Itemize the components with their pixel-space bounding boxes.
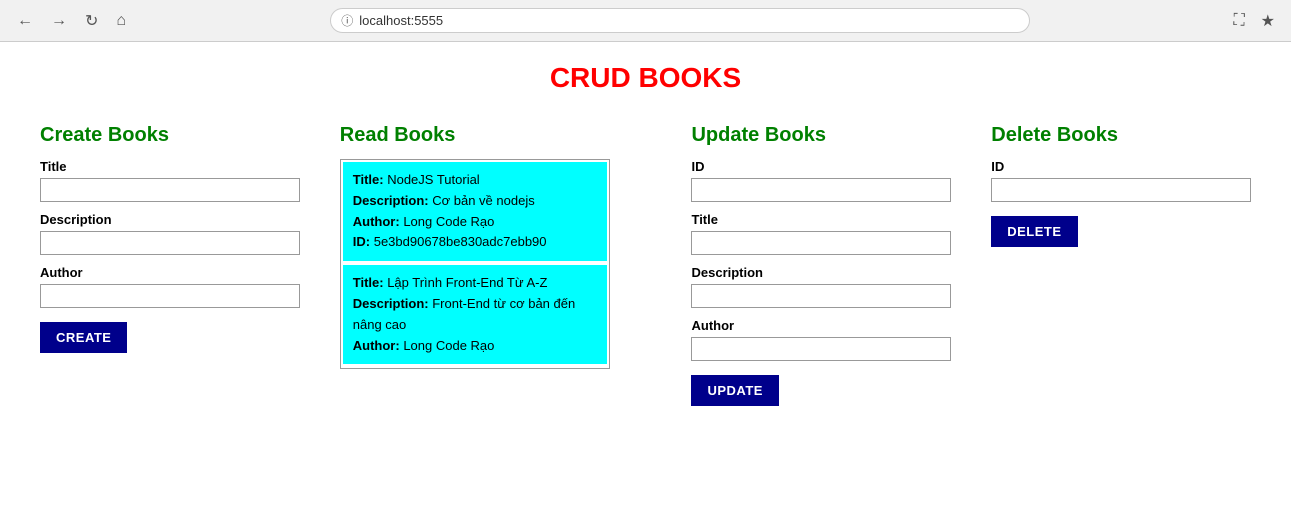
- book1-author-line: Author: Long Code Rạo: [353, 212, 597, 233]
- books-list[interactable]: Title: NodeJS Tutorial Description: Cơ b…: [340, 159, 610, 369]
- update-title-label: Title: [691, 212, 951, 227]
- book1-title-value: NodeJS Tutorial: [387, 172, 480, 187]
- book1-id-label: ID:: [353, 234, 374, 249]
- back-button[interactable]: ←: [12, 10, 38, 32]
- create-author-label: Author: [40, 265, 300, 280]
- update-description-input[interactable]: [691, 284, 951, 308]
- update-id-label: ID: [691, 159, 951, 174]
- update-title-input[interactable]: [691, 231, 951, 255]
- book-card-2: Title: Lập Trình Front-End Từ A-Z Descri…: [343, 265, 607, 364]
- browser-actions: ⛶ ★: [1229, 9, 1279, 33]
- update-author-input[interactable]: [691, 337, 951, 361]
- create-description-label: Description: [40, 212, 300, 227]
- book1-title-line: Title: NodeJS Tutorial: [353, 170, 597, 191]
- address-bar[interactable]: ⓘ localhost:5555: [330, 8, 1030, 33]
- browser-chrome: ← → ↻ ⌂ ⓘ localhost:5555 ⛶ ★: [0, 0, 1291, 42]
- book2-description-line: Description: Front-End từ cơ bản đến nân…: [353, 294, 597, 336]
- book2-title-line: Title: Lập Trình Front-End Từ A-Z: [353, 273, 597, 294]
- address-text: localhost:5555: [359, 13, 1019, 28]
- book2-title-label: Title:: [353, 275, 387, 290]
- sections-container: Create Books Title Description Author CR…: [40, 124, 1251, 406]
- book1-title-label: Title:: [353, 172, 387, 187]
- create-section: Create Books Title Description Author CR…: [40, 124, 300, 353]
- delete-button[interactable]: DELETE: [991, 216, 1077, 247]
- book1-author-value: Long Code Rạo: [403, 214, 494, 229]
- read-section: Read Books Title: NodeJS Tutorial Descri…: [340, 124, 652, 369]
- delete-id-input[interactable]: [991, 178, 1251, 202]
- book2-author-label: Author:: [353, 338, 404, 353]
- book2-title-value: Lập Trình Front-End Từ A-Z: [387, 275, 547, 290]
- delete-section-title: Delete Books: [991, 124, 1251, 147]
- delete-section: Delete Books ID DELETE: [991, 124, 1251, 247]
- create-title-label: Title: [40, 159, 300, 174]
- update-button[interactable]: UPDATE: [691, 375, 778, 406]
- book2-description-label: Description:: [353, 296, 432, 311]
- bookmark-button[interactable]: ★: [1257, 9, 1279, 33]
- book1-description-label: Description:: [353, 193, 432, 208]
- book1-author-label: Author:: [353, 214, 404, 229]
- book2-author-line: Author: Long Code Rạo: [353, 336, 597, 357]
- create-button[interactable]: CREATE: [40, 322, 127, 353]
- create-title-input[interactable]: [40, 178, 300, 202]
- create-author-input[interactable]: [40, 284, 300, 308]
- book1-id-line: ID: 5e3bd90678be830adc7ebb90: [353, 232, 597, 253]
- lock-icon: ⓘ: [341, 12, 353, 29]
- home-button[interactable]: ⌂: [111, 10, 131, 32]
- update-author-label: Author: [691, 318, 951, 333]
- book1-description-value: Cơ bản về nodejs: [432, 193, 534, 208]
- update-id-input[interactable]: [691, 178, 951, 202]
- book1-description-line: Description: Cơ bản về nodejs: [353, 191, 597, 212]
- update-section-title: Update Books: [691, 124, 951, 147]
- reload-button[interactable]: ↻: [80, 9, 103, 33]
- page-content: CRUD BOOKS Create Books Title Descriptio…: [0, 42, 1291, 426]
- update-description-label: Description: [691, 265, 951, 280]
- delete-id-label: ID: [991, 159, 1251, 174]
- book2-author-value: Long Code Rạo: [403, 338, 494, 353]
- book1-id-value: 5e3bd90678be830adc7ebb90: [374, 234, 547, 249]
- page-title: CRUD BOOKS: [40, 62, 1251, 94]
- create-section-title: Create Books: [40, 124, 300, 147]
- read-section-title: Read Books: [340, 124, 652, 147]
- screen-capture-button[interactable]: ⛶: [1229, 10, 1248, 32]
- create-description-input[interactable]: [40, 231, 300, 255]
- forward-button[interactable]: →: [46, 10, 72, 32]
- update-section: Update Books ID Title Description Author…: [691, 124, 951, 406]
- book-card-1: Title: NodeJS Tutorial Description: Cơ b…: [343, 162, 607, 261]
